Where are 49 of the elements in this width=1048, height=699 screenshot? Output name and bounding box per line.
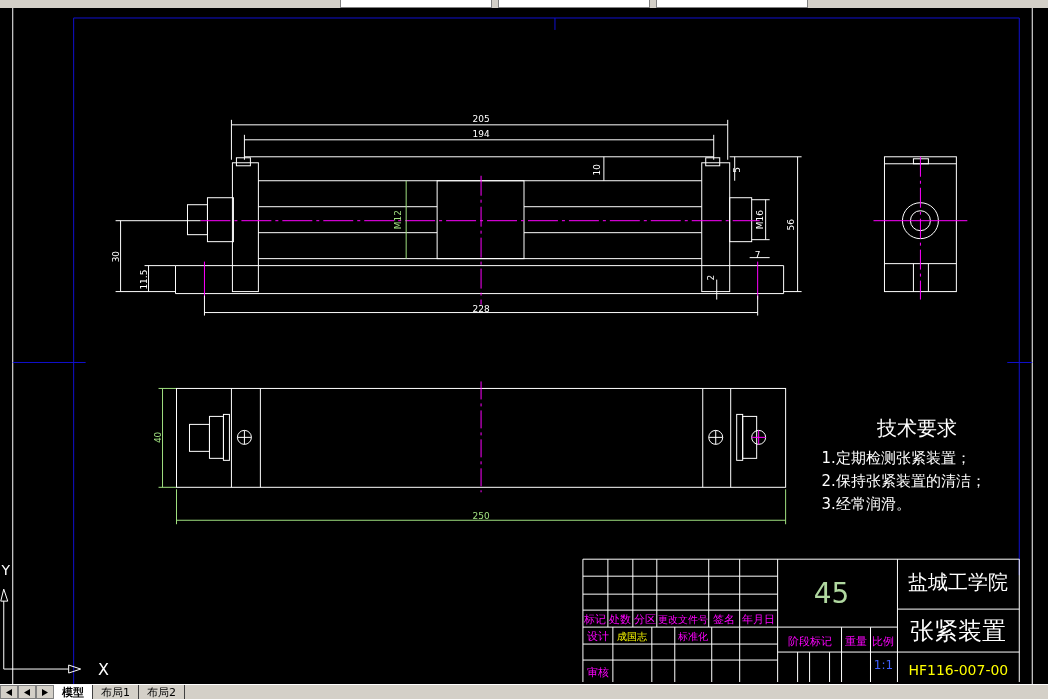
axis-label: X — [98, 660, 110, 679]
dimension-label: M16 — [754, 210, 765, 230]
triangle-icon — [24, 688, 30, 696]
toolbar-field[interactable] — [656, 0, 808, 8]
material-text: 45 — [813, 577, 850, 611]
dimension-label: M12 — [393, 210, 404, 230]
part-name: 张紧装置 — [910, 617, 1007, 646]
title-block-label: 年月日 — [742, 613, 776, 627]
title-block-label: 阶段标记 — [787, 635, 832, 649]
triangle-icon — [6, 688, 12, 696]
dimension-label: 2 — [705, 274, 716, 281]
tab-scroll-button[interactable] — [36, 685, 54, 699]
ucs-axes-icon — [0, 588, 82, 674]
title-block-label: 设计 — [586, 630, 609, 644]
title-block-label: 比例 — [872, 635, 895, 649]
toolbar-field[interactable] — [498, 0, 650, 8]
tab-scroll-button[interactable] — [18, 685, 36, 699]
title-block-label: 标记 — [584, 613, 607, 627]
title-block-label: 处数 — [609, 613, 632, 627]
requirement-text: 3.经常润滑。 — [821, 495, 911, 514]
dimension-label: 5 — [731, 166, 742, 173]
dimension-label: 30 — [110, 250, 121, 263]
triangle-icon — [42, 688, 48, 696]
title-block-label: 分区 — [633, 613, 656, 627]
drawing-number: HF116-007-00 — [908, 662, 1009, 678]
dimension-label: 7 — [754, 249, 761, 260]
designer-name: 成国志 — [616, 631, 647, 643]
dimension-label: 250 — [472, 511, 490, 522]
dimension-label: 194 — [472, 128, 490, 139]
dimension-label: 10 — [591, 164, 602, 176]
scale-text: 1:1 — [873, 658, 894, 672]
title-block-label: 签名 — [713, 613, 736, 627]
layout-tab[interactable]: 模型 — [54, 685, 93, 699]
title-block-label: 标准化 — [677, 631, 708, 643]
toolbar-field[interactable] — [340, 0, 492, 8]
requirement-text: 1.定期检测张紧装置； — [821, 449, 971, 468]
dimension-label: 228 — [472, 303, 490, 314]
title-block-label: 更改文件号 — [657, 614, 708, 626]
dimension-label: 205 — [472, 113, 490, 124]
dimension-label: 40 — [152, 431, 163, 444]
axis-label: Y — [1, 562, 11, 579]
dimension-label: 56 — [785, 218, 796, 231]
dimension-label: 11.5 — [138, 269, 149, 290]
title-block-label: 审核 — [586, 666, 609, 679]
tab-scroll-button[interactable] — [0, 685, 18, 699]
section-heading: 技术要求 — [877, 416, 958, 441]
school-name: 盐城工学院 — [908, 570, 1009, 595]
requirement-text: 2.保持张紧装置的清洁； — [821, 472, 986, 491]
title-block-label: 重量 — [844, 635, 867, 649]
